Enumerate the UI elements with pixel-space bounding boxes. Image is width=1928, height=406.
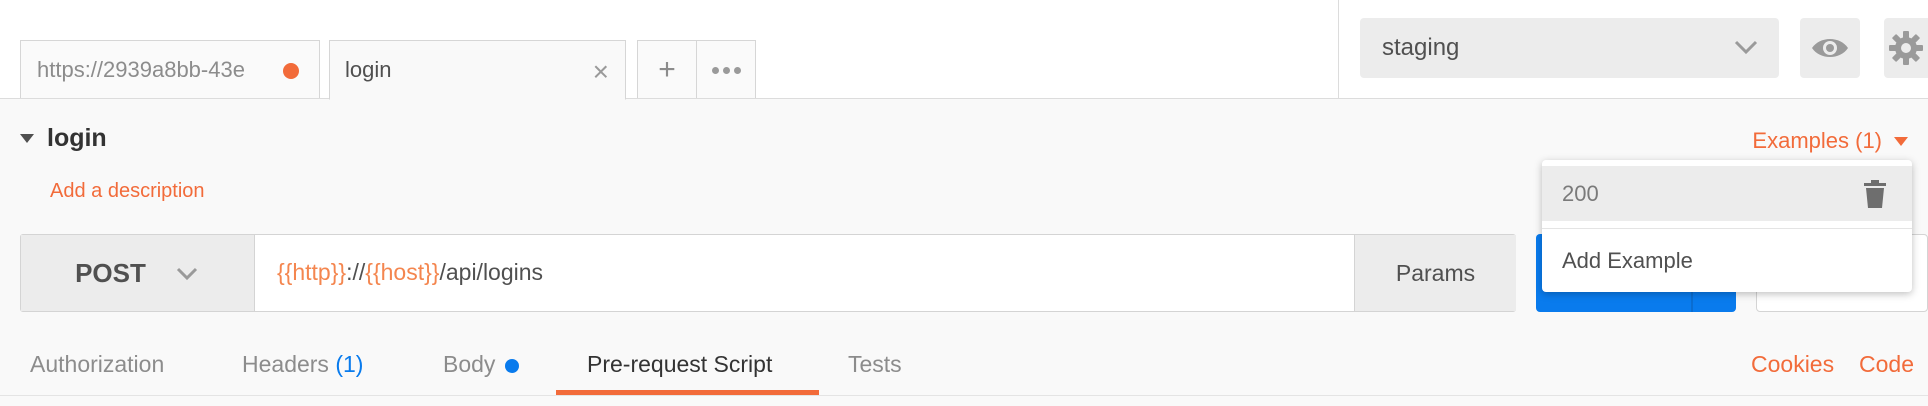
url-input[interactable]: {{http}}://{{host}}/api/logins: [277, 259, 543, 286]
close-icon[interactable]: ×: [593, 58, 609, 86]
tab-tests[interactable]: Tests: [848, 351, 902, 378]
params-button[interactable]: Params: [1354, 235, 1516, 311]
menu-divider: [1542, 228, 1912, 229]
environment-quick-look-button[interactable]: [1800, 18, 1860, 78]
active-tab-indicator: [556, 390, 819, 395]
add-description-link[interactable]: Add a description: [50, 180, 205, 203]
method-value: POST: [75, 257, 146, 288]
request-name: login: [47, 124, 107, 152]
headers-count-badge: (1): [335, 351, 364, 377]
examples-dropdown-menu: 200 Add Example: [1542, 160, 1912, 292]
eye-icon: [1812, 39, 1848, 57]
tab-login[interactable]: login ×: [329, 40, 626, 100]
collapse-caret-icon[interactable]: [20, 134, 34, 143]
url-path: /api/logins: [439, 259, 544, 285]
unsaved-indicator-dot: [283, 63, 299, 79]
request-url-bar: POST {{http}}://{{host}}/api/logins Para…: [20, 234, 1516, 312]
tab-bar: https://2939a8bb-43e login × + staging: [0, 0, 1928, 100]
example-item[interactable]: 200: [1542, 166, 1912, 221]
manage-environments-button[interactable]: [1884, 18, 1928, 78]
caret-down-icon: [1894, 136, 1908, 146]
examples-dropdown-toggle[interactable]: Examples (1): [1752, 128, 1908, 154]
request-subtabs: Authorization Headers (1) Body Pre-reque…: [0, 345, 1928, 406]
tab-body[interactable]: Body: [443, 351, 520, 378]
request-title-row[interactable]: login: [20, 124, 107, 153]
trash-icon[interactable]: [1864, 180, 1886, 208]
plus-icon: +: [658, 52, 676, 86]
tab-label: login: [345, 57, 392, 82]
url-separator: ://: [346, 259, 366, 285]
chevron-down-icon: [176, 267, 197, 281]
body-indicator-dot: [505, 358, 520, 373]
code-link[interactable]: Code: [1859, 351, 1914, 378]
environment-select[interactable]: staging: [1360, 18, 1779, 78]
tab-unsaved-url[interactable]: https://2939a8bb-43e: [20, 40, 320, 98]
tab-body-label: Body: [443, 351, 496, 377]
more-tabs-button[interactable]: [697, 40, 756, 98]
tab-headers[interactable]: Headers (1): [242, 351, 363, 378]
ellipsis-icon: [710, 61, 743, 79]
chevron-down-icon: [1734, 40, 1758, 55]
subtabs-divider: [0, 395, 1928, 396]
method-select[interactable]: POST: [21, 235, 255, 311]
tab-authorization[interactable]: Authorization: [30, 351, 164, 378]
tab-headers-label: Headers: [242, 351, 329, 377]
tab-pre-request-script[interactable]: Pre-request Script: [587, 351, 772, 378]
gear-icon: [1889, 31, 1923, 65]
url-variable-host: {{host}}: [365, 259, 440, 285]
tab-label: https://2939a8bb-43e: [37, 56, 245, 82]
cookies-link[interactable]: Cookies: [1751, 351, 1834, 378]
add-example-item[interactable]: Add Example: [1562, 248, 1693, 274]
examples-label: Examples (1): [1752, 128, 1882, 153]
url-variable-http: {{http}}: [277, 259, 347, 285]
example-name: 200: [1562, 180, 1599, 206]
divider: [1338, 0, 1339, 98]
new-tab-button[interactable]: +: [637, 40, 697, 98]
environment-value: staging: [1382, 34, 1460, 61]
